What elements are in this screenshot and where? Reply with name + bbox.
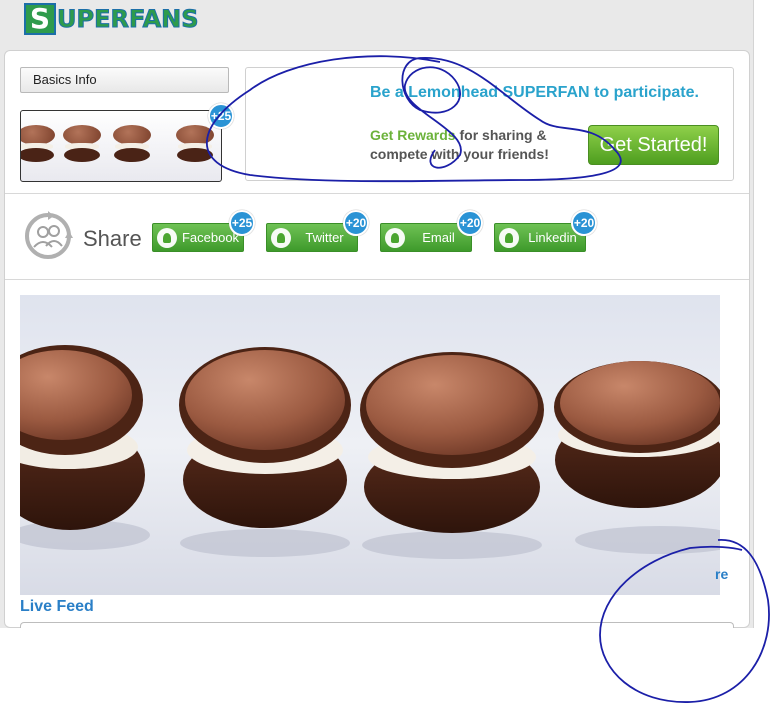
promo-description: Get Rewards for sharing & compete with y… (370, 126, 570, 164)
thumbnail-cookie (113, 125, 151, 165)
basics-info-button[interactable]: Basics Info (20, 67, 229, 93)
divider (5, 279, 749, 280)
page-cutoff-area (0, 628, 771, 704)
promo-headline: Be a Lemonhead SUPERFAN to participate. (370, 84, 699, 101)
email-points-badge: +20 (457, 210, 483, 236)
live-feed-heading: Live Feed (20, 598, 94, 615)
superfans-logo[interactable]: S UPERFANS (24, 2, 199, 36)
more-link[interactable]: re (715, 566, 728, 582)
feed-photo-cookies[interactable] (20, 295, 720, 595)
twitter-points-badge: +20 (343, 210, 369, 236)
thumbnail-points-badge: +25 (208, 103, 234, 129)
thumbnail-cookie (176, 125, 214, 165)
thumbnail-cookie (21, 125, 55, 165)
divider (5, 193, 749, 194)
share-label: Share (83, 226, 142, 251)
share-button-icon (385, 228, 405, 248)
logo-text: UPERFANS (57, 5, 200, 34)
thumbnail-cookie (63, 125, 101, 165)
campaign-thumbnail[interactable] (20, 110, 222, 182)
get-started-button[interactable]: Get Started! (588, 125, 719, 165)
share-button-icon (157, 228, 177, 248)
share-button-icon (499, 228, 519, 248)
share-button-icon (271, 228, 291, 248)
facebook-points-badge: +25 (229, 210, 255, 236)
logo-initial: S (24, 3, 56, 35)
linkedin-points-badge: +20 (571, 210, 597, 236)
rewards-highlight: Get Rewards (370, 127, 456, 143)
share-cycle-icon (25, 211, 73, 259)
page: S UPERFANS Basics Info +25 Be a Lemonhea… (0, 0, 771, 704)
